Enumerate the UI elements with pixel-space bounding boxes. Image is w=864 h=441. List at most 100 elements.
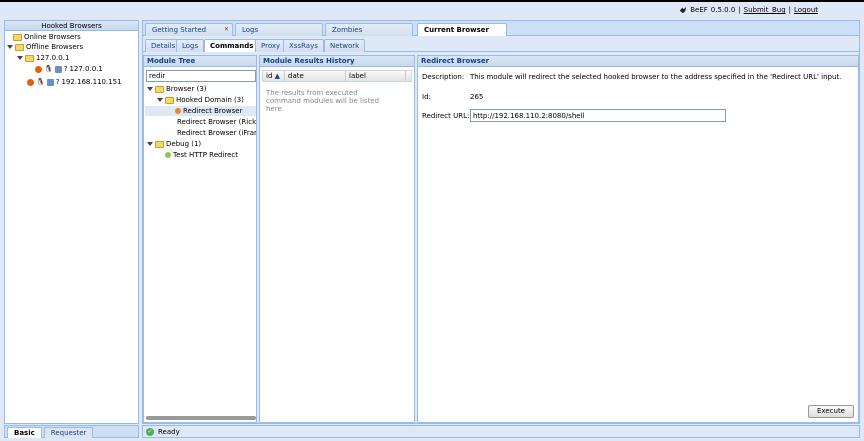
tab-basic[interactable]: Basic bbox=[7, 427, 42, 438]
module-tree-title: Module Tree bbox=[144, 56, 256, 67]
folder-icon bbox=[165, 96, 174, 104]
description-text: This module will redirect the selected h… bbox=[470, 73, 842, 81]
unknown-plugin-label: ? bbox=[63, 65, 68, 73]
tab-xssrays[interactable]: XssRays bbox=[283, 39, 324, 52]
tab-label: Getting Started bbox=[152, 26, 207, 34]
browser-item[interactable]: 🐧 ? 127.0.0.1 bbox=[35, 64, 103, 74]
hooked-browsers-panel: Hooked Browsers Online Browsers Offline … bbox=[4, 20, 139, 424]
tab-commands[interactable]: Commands bbox=[204, 39, 260, 52]
module-search-input[interactable] bbox=[146, 70, 256, 82]
status-text: Ready bbox=[158, 427, 180, 436]
top-border bbox=[0, 0, 864, 2]
tree-node-label: Test HTTP Redirect bbox=[173, 151, 239, 159]
tree-node-label: Redirect Browser (iFram bbox=[177, 129, 256, 137]
close-icon[interactable]: ✕ bbox=[224, 24, 229, 36]
id-row: Id: 265 bbox=[422, 93, 483, 101]
host-group-label: 127.0.0.1 bbox=[36, 54, 70, 62]
separator: | bbox=[738, 6, 741, 14]
expand-arrow-icon[interactable] bbox=[147, 142, 153, 146]
beef-logo-icon bbox=[680, 6, 687, 14]
tree-node-test-http-redirect[interactable]: Test HTTP Redirect bbox=[165, 150, 238, 160]
separator: | bbox=[788, 6, 792, 14]
expand-arrow-icon[interactable] bbox=[157, 98, 163, 102]
tab-logs[interactable]: Logs bbox=[235, 23, 323, 36]
module-tree-pane: Module Tree Browser (3) Hooked Domain (3… bbox=[143, 55, 257, 423]
expand-arrow-icon[interactable] bbox=[147, 87, 153, 91]
browser-ip: 127.0.0.1 bbox=[69, 65, 103, 73]
main-tabbar: Getting Started ✕ Logs Zombies Current B… bbox=[143, 21, 859, 36]
folder-icon bbox=[15, 43, 24, 51]
tree-node-redirect-rickroll[interactable]: Redirect Browser (Rickro bbox=[175, 117, 256, 127]
online-browsers-label: Online Browsers bbox=[24, 33, 81, 41]
online-browsers-node[interactable]: Online Browsers bbox=[13, 32, 81, 42]
firefox-icon bbox=[35, 65, 42, 73]
host-group-node[interactable]: 127.0.0.1 bbox=[17, 53, 69, 63]
column-date[interactable]: date bbox=[285, 71, 346, 81]
redirect-url-input[interactable] bbox=[470, 109, 726, 122]
main-area: Getting Started ✕ Logs Zombies Current B… bbox=[142, 20, 860, 424]
tab-requester[interactable]: Requester bbox=[43, 427, 94, 438]
description-label: Description: bbox=[422, 73, 465, 81]
tab-getting-started[interactable]: Getting Started ✕ bbox=[145, 23, 233, 36]
id-label: Id: bbox=[422, 93, 431, 101]
header-bar: BeEF 0.5.0.0 | Submit_Bug | Logout bbox=[679, 6, 818, 14]
tab-zombies[interactable]: Zombies bbox=[325, 23, 413, 36]
tree-node-label: Debug (1) bbox=[166, 140, 202, 148]
left-panel-tabs: Basic Requester bbox=[4, 425, 139, 438]
module-results-title: Module Results History bbox=[260, 56, 414, 67]
logout-link[interactable]: Logout bbox=[794, 6, 818, 14]
sub-tabbar: Details Logs Commands Proxy XssRays Netw… bbox=[143, 37, 859, 52]
offline-browsers-node[interactable]: Offline Browsers bbox=[7, 42, 83, 52]
app-name: BeEF bbox=[690, 6, 708, 14]
folder-icon bbox=[155, 85, 164, 93]
tab-network[interactable]: Network bbox=[324, 39, 366, 52]
id-value: 265 bbox=[470, 93, 484, 101]
expand-arrow-icon[interactable] bbox=[17, 56, 23, 60]
tree-node-label: Redirect Browser bbox=[183, 107, 243, 115]
linux-icon: 🐧 bbox=[44, 65, 53, 73]
redirect-url-row: Redirect URL: bbox=[422, 109, 726, 122]
tab-browser-logs[interactable]: Logs bbox=[176, 39, 205, 52]
offline-browsers-label: Offline Browsers bbox=[26, 43, 84, 51]
folder-icon bbox=[155, 140, 164, 148]
browser-item[interactable]: 🐧 ? 192.168.110.151 bbox=[27, 77, 122, 87]
app-version: 0.5.0.0 bbox=[710, 6, 736, 14]
column-id[interactable]: id ▲ bbox=[263, 71, 285, 81]
tree-node-label: Redirect Browser (Rickro bbox=[177, 118, 256, 126]
computer-icon bbox=[54, 65, 62, 73]
computer-icon bbox=[46, 78, 54, 86]
tree-node-redirect-browser[interactable]: Redirect Browser bbox=[145, 106, 256, 116]
results-empty-message: The results from executed command module… bbox=[266, 89, 380, 113]
redirect-url-label: Redirect URL: bbox=[422, 111, 470, 120]
module-status-icon bbox=[165, 152, 171, 158]
execute-button[interactable]: Execute bbox=[808, 405, 854, 418]
horizontal-scrollbar[interactable] bbox=[146, 416, 256, 420]
column-label[interactable]: label bbox=[346, 71, 406, 81]
redirect-browser-pane: Redirect Browser Description: This modul… bbox=[417, 55, 859, 423]
tree-node-debug[interactable]: Debug (1) bbox=[147, 139, 201, 149]
column-label: id bbox=[266, 72, 273, 80]
tree-node-browser[interactable]: Browser (3) bbox=[147, 84, 207, 94]
submit-bug-link[interactable]: Submit_Bug bbox=[744, 6, 786, 14]
tree-node-label: Hooked Domain (3) bbox=[176, 96, 244, 104]
linux-icon: 🐧 bbox=[36, 78, 45, 86]
tree-node-redirect-iframe[interactable]: Redirect Browser (iFram bbox=[175, 128, 256, 138]
sort-asc-icon: ▲ bbox=[274, 72, 281, 80]
module-status-icon bbox=[175, 108, 181, 114]
firefox-icon bbox=[27, 78, 34, 86]
status-bar: ✓ Ready bbox=[142, 425, 860, 438]
redirect-browser-title: Redirect Browser bbox=[418, 56, 858, 67]
tab-current-browser[interactable]: Current Browser bbox=[417, 23, 507, 36]
results-grid-header: id ▲ date label bbox=[262, 70, 412, 82]
folder-icon bbox=[13, 33, 22, 41]
expand-arrow-icon[interactable] bbox=[7, 45, 13, 49]
ready-check-icon: ✓ bbox=[146, 427, 154, 436]
tree-node-hooked-domain[interactable]: Hooked Domain (3) bbox=[157, 95, 244, 105]
tab-proxy[interactable]: Proxy bbox=[255, 39, 287, 52]
browser-ip: 192.168.110.151 bbox=[61, 78, 122, 86]
unknown-plugin-label: ? bbox=[55, 78, 60, 86]
tree-node-label: Browser (3) bbox=[166, 85, 207, 93]
description-row: Description: This module will redirect t… bbox=[422, 73, 841, 81]
module-results-pane: Module Results History id ▲ date label T… bbox=[259, 55, 415, 423]
hooked-browsers-title: Hooked Browsers bbox=[5, 21, 138, 31]
